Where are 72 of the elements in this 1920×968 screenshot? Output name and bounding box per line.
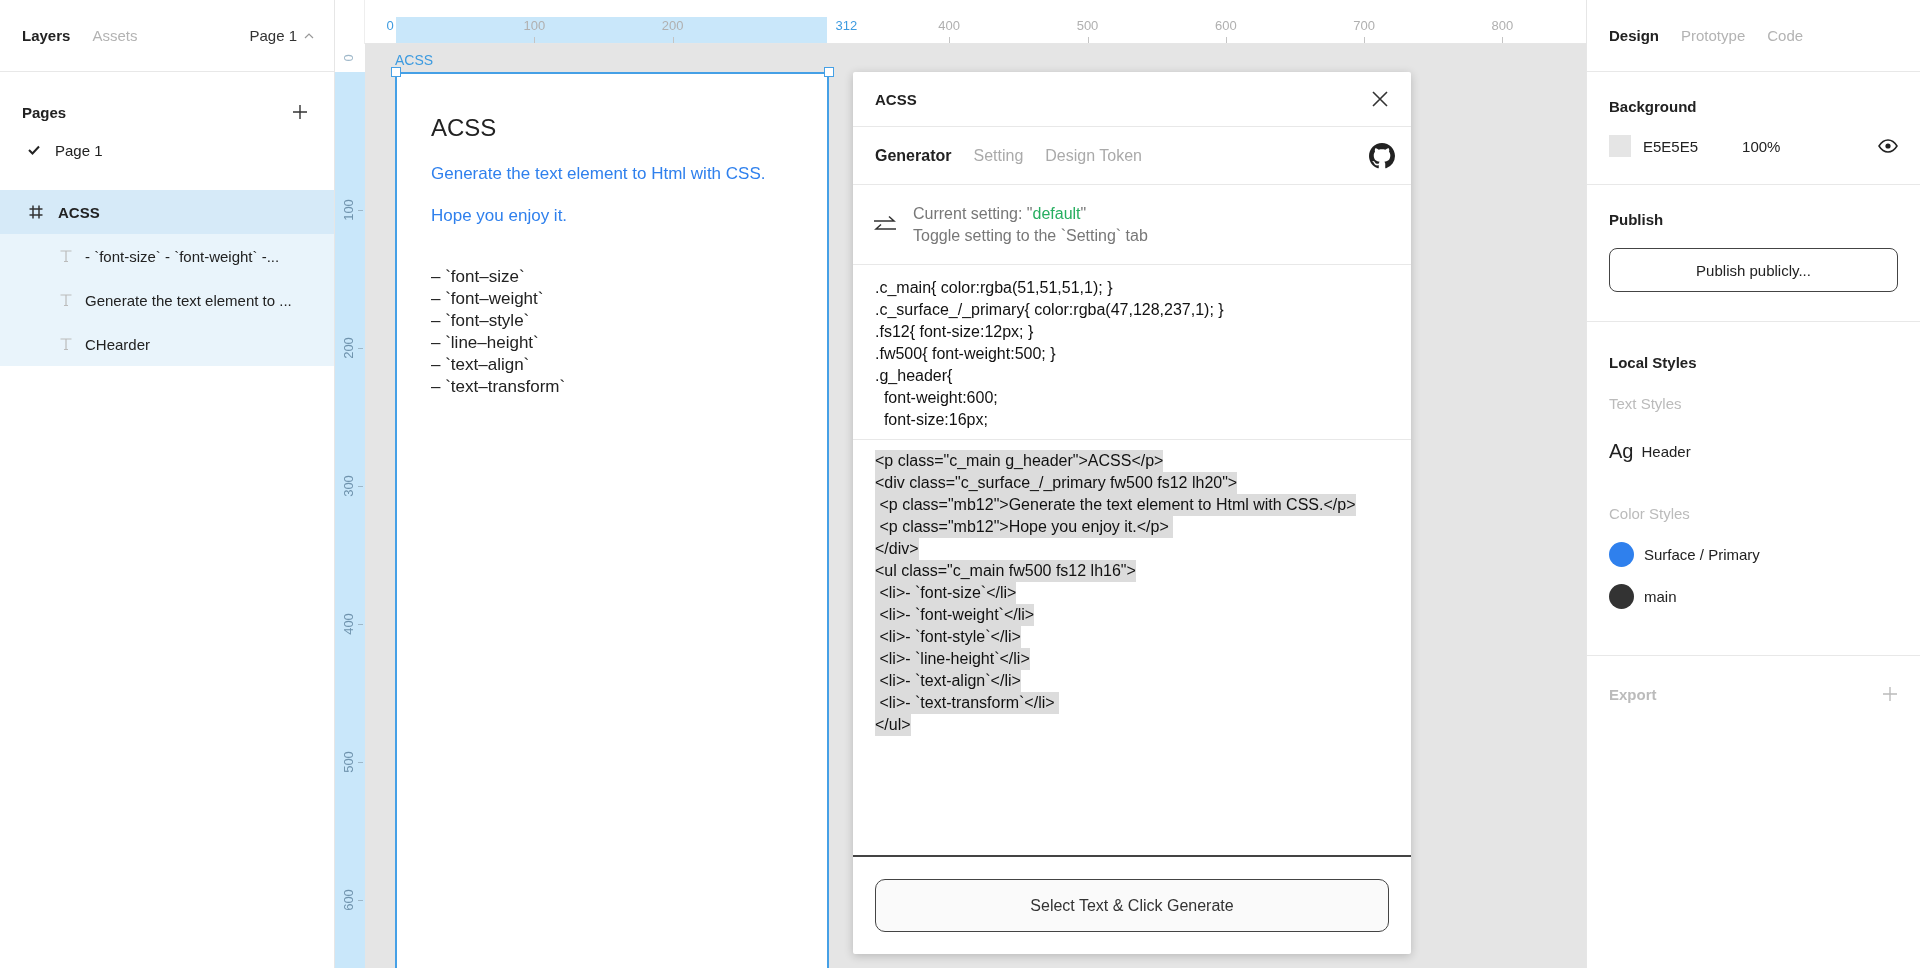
panel-tab[interactable]: Design (1609, 27, 1659, 44)
color-swatch[interactable] (1609, 135, 1631, 157)
layer-item[interactable]: Generate the text element to ... (0, 278, 334, 322)
generate-button[interactable]: Select Text & Click Generate (875, 879, 1389, 932)
ruler-label: 400 (938, 18, 961, 33)
resize-handle[interactable] (824, 67, 834, 77)
code-line: .fw500{ font-weight:500; } (875, 344, 1057, 364)
text-layer-icon (59, 249, 73, 263)
caret-icon (304, 32, 314, 39)
layer-item[interactable]: CHearder (0, 322, 334, 366)
opacity-value[interactable]: 100% (1742, 137, 1781, 155)
ruler-label: 200 (341, 337, 357, 359)
ruler-label: 500 (341, 751, 357, 773)
color-value[interactable]: E5E5E5 (1643, 137, 1699, 155)
section-title: Export (1609, 685, 1657, 703)
eye-icon[interactable] (1878, 139, 1898, 153)
code-line: font-size:16px; (882, 410, 989, 430)
ruler-label: 312 (835, 18, 858, 33)
section-title: Local Styles (1609, 354, 1698, 371)
list-item: – `font–style` (431, 310, 531, 332)
ruler-label: 600 (341, 889, 357, 911)
color-style-name[interactable]: Surface / Primary (1644, 546, 1760, 563)
code-line: font-weight:600; (882, 388, 999, 408)
page-item[interactable]: Page 1 (0, 128, 334, 172)
close-icon[interactable] (1371, 90, 1389, 108)
panel-tab[interactable]: Layers (22, 27, 71, 44)
ruler-label: 600 (1214, 18, 1237, 33)
check-icon (28, 145, 40, 155)
add-icon[interactable] (292, 104, 308, 120)
github-icon[interactable] (1369, 142, 1395, 169)
section-title: Publish (1609, 211, 1665, 228)
ruler-label: 200 (661, 18, 684, 33)
text-layer-icon (59, 293, 73, 307)
setting-status: Current setting: "default" (913, 203, 1088, 224)
publish-button[interactable]: Publish publicly... (1609, 248, 1898, 292)
subsection-label: Text Styles (1609, 395, 1683, 412)
ruler-label: 0 (386, 18, 394, 33)
ruler-label: 300 (341, 475, 357, 497)
code-line: .c_main{ color:rgba(51,51,51,1); } (875, 278, 1114, 298)
text-style-sample: Ag (1609, 440, 1634, 463)
list-item: – `font–size` (431, 266, 526, 288)
color-style-name[interactable]: main (1644, 588, 1677, 605)
ruler-label: 800 (1491, 18, 1514, 33)
ruler-label: 500 (1076, 18, 1099, 33)
section-title: Background (1609, 98, 1698, 115)
resize-handle[interactable] (391, 67, 401, 77)
hash-icon (28, 204, 44, 220)
setting-hint: Toggle setting to the `Setting` tab (913, 225, 1148, 246)
layer-item[interactable]: ACSS (0, 190, 334, 234)
layer-item[interactable]: - `font-size` - `font-weight` -... (0, 234, 334, 278)
ruler-label: 100 (341, 199, 357, 221)
frame-heading: ACSS (431, 114, 498, 142)
text-layer-icon (59, 337, 73, 351)
code-line: .fs12{ font-size:12px; } (875, 322, 1035, 342)
frame-paragraph: Hope you enjoy it. (431, 206, 569, 226)
page-dropdown[interactable]: Page 1 (249, 27, 314, 44)
ruler-label: 400 (341, 613, 357, 635)
window-title: ACSS (875, 90, 917, 108)
code-line: .c_surface_/_primary{ color:rgba(47,128,237,1); } (875, 300, 1225, 320)
frame-paragraph: Generate the text element to Html with CSS. (431, 164, 767, 184)
text-style-name[interactable]: Header (1641, 443, 1691, 460)
ruler-label: 100 (523, 18, 546, 33)
tab[interactable]: Generator (875, 146, 952, 165)
section-title: Pages (22, 103, 67, 121)
list-item: – `line–height` (431, 332, 540, 354)
list-item: – `text–align` (431, 354, 531, 376)
subsection-label: Color Styles (1609, 505, 1691, 522)
list-item: – `font–weight` (431, 288, 545, 310)
list-item: – `text–transform` (431, 376, 567, 398)
code-line: .g_header{ (875, 366, 954, 386)
ruler-label: 700 (1353, 18, 1375, 33)
ruler-label: 0 (341, 54, 357, 62)
